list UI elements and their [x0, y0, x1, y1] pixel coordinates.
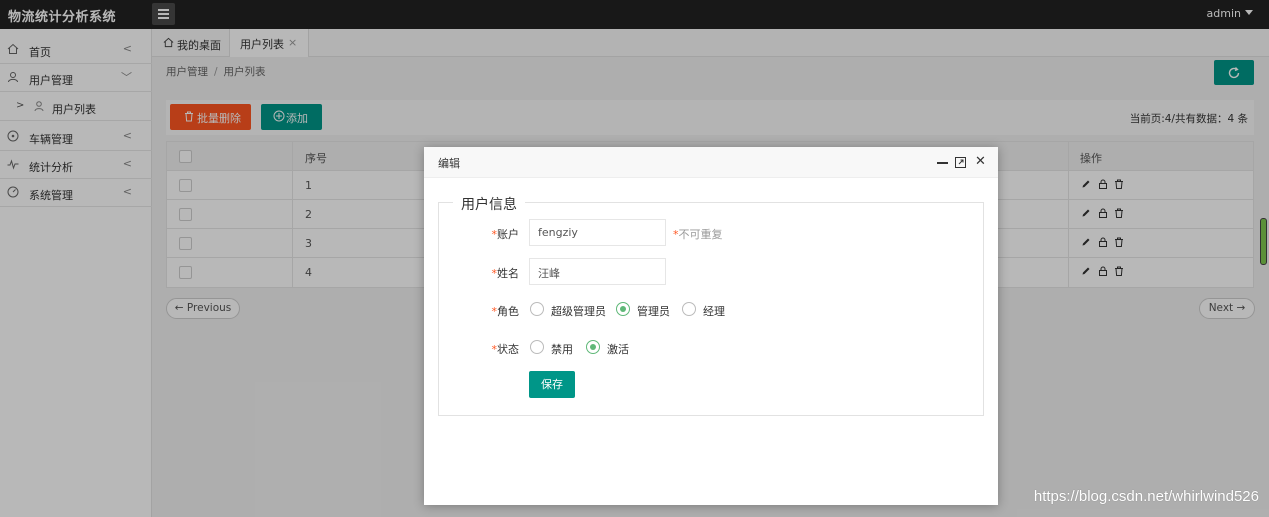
edit-dialog: 编辑 ✕ 用户信息 *账户 fengziy *不可重复 *姓名 汪峰 *角色 超…	[424, 147, 998, 505]
radio-label: 禁用	[551, 343, 573, 356]
radio-checked-icon	[616, 302, 630, 316]
radio-checked-icon	[586, 340, 600, 354]
radio-icon	[530, 340, 544, 354]
watermark: https://blog.csdn.net/whirlwind526	[1033, 488, 1259, 505]
radio-icon	[682, 302, 696, 316]
dialog-title: 编辑	[438, 157, 460, 170]
user-info-fieldset: 用户信息 *账户 fengziy *不可重复 *姓名 汪峰 *角色 超级管理员 …	[438, 194, 984, 416]
dialog-header: 编辑 ✕	[424, 147, 998, 178]
radio-label: 激活	[607, 343, 629, 356]
save-button[interactable]: 保存	[529, 371, 575, 398]
radio-icon	[530, 302, 544, 316]
name-input[interactable]: 汪峰	[529, 258, 666, 285]
fieldset-legend: 用户信息	[453, 194, 525, 214]
radio-label: 管理员	[637, 305, 670, 318]
close-icon[interactable]: ✕	[975, 155, 986, 168]
account-label: *账户	[491, 228, 520, 241]
name-label: *姓名	[491, 267, 520, 280]
minimize-icon[interactable]	[937, 162, 948, 164]
account-hint: *不可重复	[673, 228, 723, 241]
role-label: *角色	[491, 305, 520, 318]
maximize-icon[interactable]	[955, 157, 966, 168]
account-input[interactable]: fengziy	[529, 219, 666, 246]
radio-label: 经理	[703, 305, 725, 318]
radio-label: 超级管理员	[551, 305, 606, 318]
status-label: *状态	[491, 343, 520, 356]
